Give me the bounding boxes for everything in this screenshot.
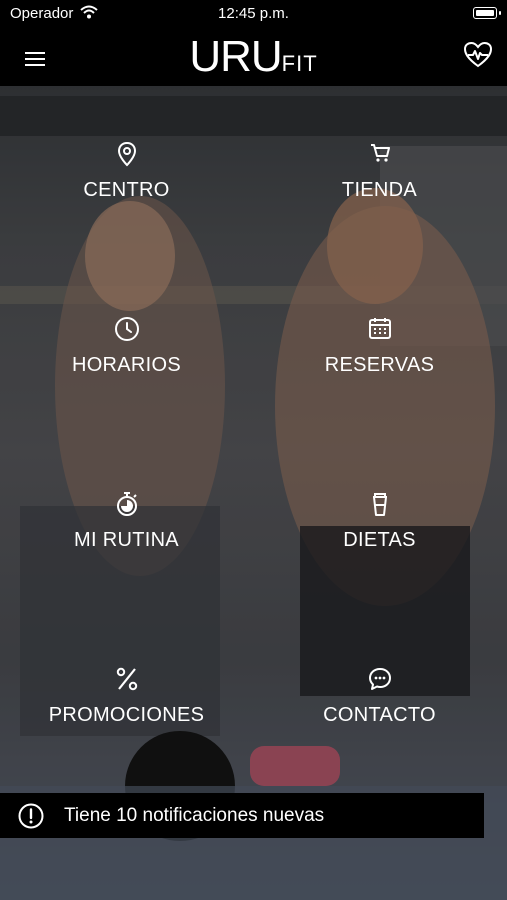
menu-tile-tienda[interactable]: TIENDA bbox=[253, 86, 506, 261]
menu-label-contacto: CONTACTO bbox=[323, 704, 436, 726]
menu-tile-reservas[interactable]: RESERVAS bbox=[253, 261, 506, 436]
exclamation-circle-icon bbox=[18, 803, 44, 829]
stopwatch-icon bbox=[116, 492, 137, 516]
menu-label-tienda: TIENDA bbox=[341, 179, 418, 201]
notification-text: Tiene 10 notificaciones nuevas bbox=[64, 805, 325, 826]
menu-label-mi-rutina: MI RUTINA bbox=[74, 529, 179, 551]
menu-label-centro: CENTRO bbox=[83, 179, 170, 201]
percent-icon bbox=[116, 667, 137, 691]
menu-label-horarios: HORARIOS bbox=[71, 354, 182, 376]
app-logo: URUFIT bbox=[0, 32, 507, 82]
status-time: 12:45 p.m. bbox=[218, 5, 289, 22]
menu-tile-horarios[interactable]: HORARIOS bbox=[0, 261, 253, 436]
menu-tile-contacto[interactable]: CONTACTO bbox=[253, 611, 506, 786]
menu-tile-promociones[interactable]: PROMOCIONES bbox=[0, 611, 253, 786]
menu-tile-dietas[interactable]: DIETAS bbox=[253, 436, 506, 611]
menu-label-reservas: RESERVAS bbox=[324, 354, 435, 376]
status-bar: Operador 12:45 p.m. bbox=[0, 0, 507, 30]
heart-pulse-icon[interactable] bbox=[463, 40, 493, 70]
logo-main-text: URU bbox=[189, 32, 282, 81]
main-menu-grid: CENTRO TIENDA HORARIOS RESERVAS MI RUTIN… bbox=[0, 86, 507, 786]
cup-icon bbox=[372, 493, 387, 516]
notification-banner[interactable]: Tiene 10 notificaciones nuevas bbox=[0, 793, 484, 838]
logo-sub-text: FIT bbox=[281, 51, 318, 76]
menu-tile-centro[interactable]: CENTRO bbox=[0, 86, 253, 261]
calendar-icon bbox=[368, 318, 391, 339]
location-pin-icon bbox=[117, 141, 136, 167]
battery-icon bbox=[473, 7, 497, 19]
clock-icon bbox=[114, 317, 139, 341]
chat-bubble-icon bbox=[368, 668, 391, 690]
battery-cap bbox=[499, 11, 501, 15]
menu-label-dietas: DIETAS bbox=[343, 529, 416, 551]
top-navbar: URUFIT bbox=[0, 30, 507, 86]
shopping-cart-icon bbox=[370, 144, 390, 162]
menu-tile-mi-rutina[interactable]: MI RUTINA bbox=[0, 436, 253, 611]
menu-label-promociones: PROMOCIONES bbox=[48, 704, 205, 726]
